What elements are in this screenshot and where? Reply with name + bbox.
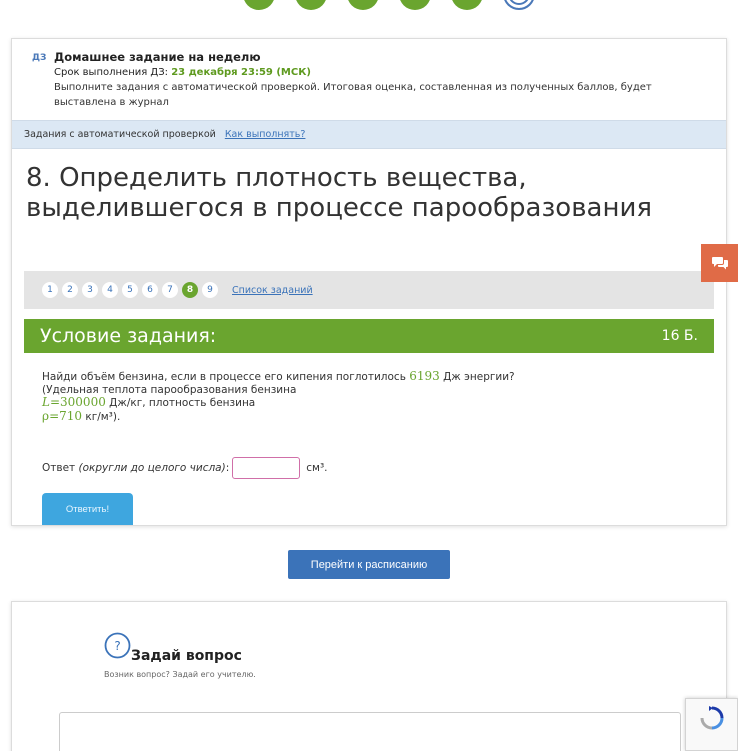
chat-icon (711, 257, 728, 270)
question-icon-glyph: ? (114, 639, 120, 653)
condition-line-4: ρ=710 кг/м³). (42, 408, 696, 424)
task-list-link[interactable]: Список заданий (232, 285, 313, 296)
task-pager: 1 2 3 4 5 6 7 8 9 Список заданий (24, 271, 714, 309)
condition-line-1: Найди объём бензина, если в процессе его… (42, 370, 696, 384)
energy-value: 6193 (409, 369, 440, 383)
page-1[interactable]: 1 (42, 282, 58, 298)
condition-line-3: L=300000 Дж/кг, плотность бензина (42, 396, 696, 410)
page-3[interactable]: 3 (82, 282, 98, 298)
page-8-active[interactable]: 8 (182, 282, 198, 298)
homework-tag: ДЗ (32, 53, 47, 63)
page-5[interactable]: 5 (122, 282, 138, 298)
page-9[interactable]: 9 (202, 282, 218, 298)
task-title: 8. Определить плотность вещества, выдели… (26, 163, 653, 223)
recaptcha-icon (700, 706, 723, 730)
page-2[interactable]: 2 (62, 282, 78, 298)
auto-check-label: Задания с автоматической проверкой (24, 129, 216, 140)
condition-line-2: (Удельная теплота парообразования бензин… (42, 383, 297, 396)
progress-step[interactable] (243, 0, 275, 10)
progress-circles (243, 0, 535, 10)
submit-answer-button[interactable]: Ответить! (42, 493, 133, 525)
density-var: ρ (42, 408, 50, 423)
condition-text: Найди объём бензина, если в процессе его… (42, 371, 410, 383)
question-bubble-icon: ? (104, 632, 131, 659)
progress-step[interactable] (399, 0, 431, 10)
go-to-schedule-button[interactable]: Перейти к расписанию (288, 550, 450, 579)
answer-colon: : (225, 461, 230, 474)
deadline-date: 23 декабря 23:59 (МСК) (171, 67, 311, 78)
heat-var: L (42, 395, 50, 409)
recaptcha-fine-print (711, 734, 712, 738)
ask-subtitle: Возник вопрос? Задай его учителю. (104, 670, 256, 679)
page-6[interactable]: 6 (142, 282, 158, 298)
deadline-label: Срок выполнения ДЗ: (54, 67, 172, 78)
condition-title: Условие задания: (40, 325, 217, 347)
condition-text: кг/м³). (82, 410, 121, 423)
auto-check-bar: Задания с автоматической проверкой Как в… (12, 120, 726, 149)
ask-question-card: ? Задай вопрос Возник вопрос? Задай его … (11, 601, 727, 751)
recaptcha-badge[interactable] (685, 698, 738, 751)
density-value: =710 (49, 408, 83, 423)
homework-info: ДЗ Домашнее задание на неделю Срок выпол… (12, 39, 726, 120)
condition-points: 16 Б. (661, 328, 698, 344)
condition-text: Дж энергии? (439, 371, 515, 383)
heat-value: =300000 (49, 395, 106, 409)
task-card: ДЗ Домашнее задание на неделю Срок выпол… (11, 38, 727, 526)
question-textarea[interactable] (59, 712, 681, 751)
progress-step[interactable] (347, 0, 379, 10)
progress-step[interactable] (295, 0, 327, 10)
ask-title: Задай вопрос (131, 648, 242, 664)
page-7[interactable]: 7 (162, 282, 178, 298)
answer-hint: (округли до целого числа) (78, 461, 226, 474)
progress-step[interactable] (451, 0, 483, 10)
progress-step-current[interactable] (503, 0, 535, 10)
condition-header: Условие задания: 16 Б. (24, 319, 714, 353)
homework-title: Домашнее задание на неделю (54, 50, 261, 64)
homework-deadline: Срок выполнения ДЗ: 23 декабря 23:59 (МС… (54, 65, 706, 80)
answer-unit: см³. (306, 461, 328, 474)
homework-description: Выполните задания с автоматической прове… (54, 82, 652, 108)
answer-row: Ответ (округли до целого числа): см³. (42, 457, 696, 479)
answer-input[interactable] (232, 457, 301, 479)
page-4[interactable]: 4 (102, 282, 118, 298)
condition-text: Дж/кг, плотность бензина (105, 397, 256, 409)
how-to-link[interactable]: Как выполнять? (225, 129, 306, 140)
answer-label: Ответ (42, 461, 76, 474)
condition-body: Найди объём бензина, если в процессе его… (12, 353, 726, 525)
chat-button[interactable] (701, 244, 738, 282)
